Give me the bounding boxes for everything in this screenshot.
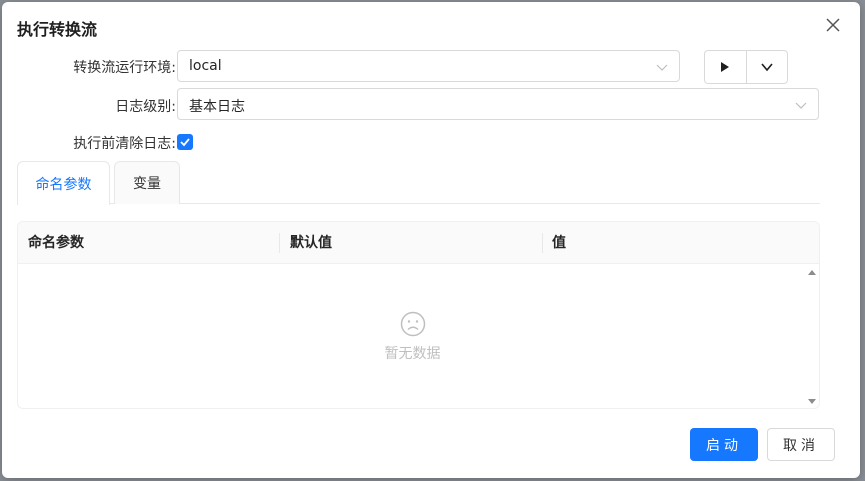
chevron-down-icon (656, 64, 668, 71)
play-icon (721, 62, 730, 72)
table-scrollbar[interactable] (805, 264, 819, 408)
table-header: 命名参数 默认值 值 (18, 222, 819, 264)
column-header-default-value: 默认值 (290, 235, 332, 251)
env-select-value: local (189, 58, 222, 74)
table-empty-state: 暂无数据 (18, 264, 807, 408)
close-icon (826, 18, 840, 32)
clear-log-label: 执行前清除日志: (73, 136, 176, 152)
scroll-down-arrow-icon[interactable] (805, 394, 819, 408)
cancel-button[interactable]: 取消 (767, 428, 835, 461)
check-icon (180, 138, 190, 147)
dialog-title: 执行转换流 (17, 20, 98, 39)
run-options-dropdown[interactable] (747, 51, 788, 83)
log-level-label: 日志级别: (115, 99, 176, 115)
log-level-select-value: 基本日志 (189, 99, 245, 115)
run-button[interactable] (705, 51, 747, 83)
env-select[interactable]: local (177, 50, 680, 82)
column-header-param-name: 命名参数 (28, 235, 84, 251)
column-header-value: 值 (552, 235, 566, 251)
env-label: 转换流运行环境: (73, 60, 176, 76)
run-button-group (704, 50, 788, 84)
start-button[interactable]: 启动 (690, 428, 758, 461)
tab-variables[interactable]: 变量 (114, 161, 180, 204)
execute-transform-dialog: 执行转换流 转换流运行环境: local 日志级别: 基本日志 执行前清除日志:… (2, 2, 860, 478)
chevron-down-icon (761, 63, 773, 72)
empty-text: 暂无数据 (384, 346, 441, 362)
tab-named-params[interactable]: 命名参数 (17, 161, 110, 205)
log-level-select[interactable]: 基本日志 (177, 88, 819, 120)
chevron-down-icon (795, 102, 807, 109)
params-table: 命名参数 默认值 值 暂无数据 (17, 221, 820, 409)
clear-log-checkbox[interactable] (177, 134, 193, 150)
close-button[interactable] (824, 16, 842, 34)
scroll-up-arrow-icon[interactable] (805, 266, 819, 280)
sad-face-icon (400, 311, 425, 337)
